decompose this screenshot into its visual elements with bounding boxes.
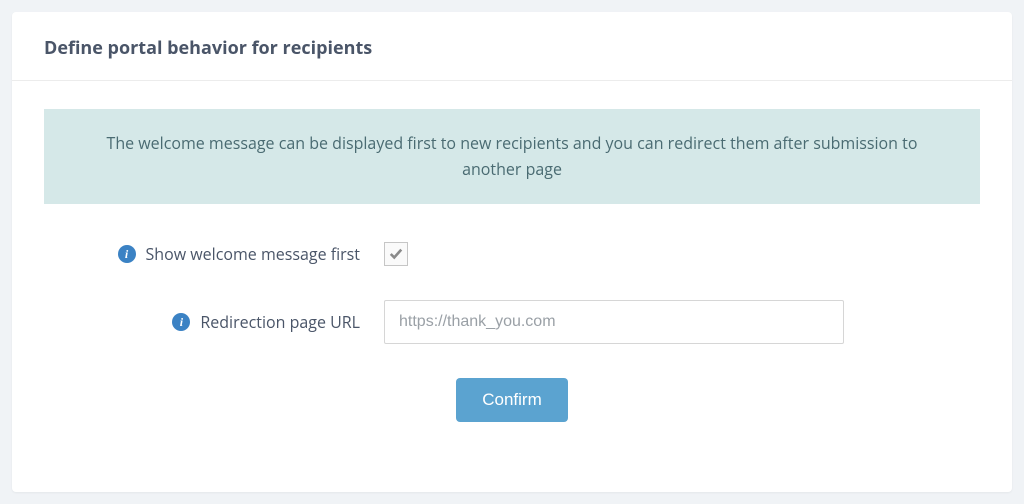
show-welcome-checkbox[interactable] — [384, 242, 408, 266]
confirm-button[interactable]: Confirm — [456, 378, 568, 422]
card-body: The welcome message can be displayed fir… — [12, 81, 1012, 442]
redirect-label-group: i Redirection page URL — [44, 311, 384, 333]
confirm-row: Confirm — [44, 378, 980, 422]
redirect-label: Redirection page URL — [200, 311, 360, 333]
info-icon[interactable]: i — [118, 245, 136, 263]
show-welcome-label-group: i Show welcome message first — [44, 243, 384, 265]
card-title: Define portal behavior for recipients — [44, 36, 980, 60]
show-welcome-label: Show welcome message first — [146, 243, 360, 265]
info-icon[interactable]: i — [172, 313, 190, 331]
portal-behavior-card: Define portal behavior for recipients Th… — [12, 12, 1012, 492]
redirect-control — [384, 300, 980, 344]
show-welcome-row: i Show welcome message first — [44, 242, 980, 266]
redirect-row: i Redirection page URL — [44, 300, 980, 344]
check-icon — [389, 247, 403, 261]
info-banner: The welcome message can be displayed fir… — [44, 109, 980, 204]
redirect-url-input[interactable] — [384, 300, 844, 344]
card-header: Define portal behavior for recipients — [12, 12, 1012, 81]
show-welcome-control — [384, 242, 980, 266]
